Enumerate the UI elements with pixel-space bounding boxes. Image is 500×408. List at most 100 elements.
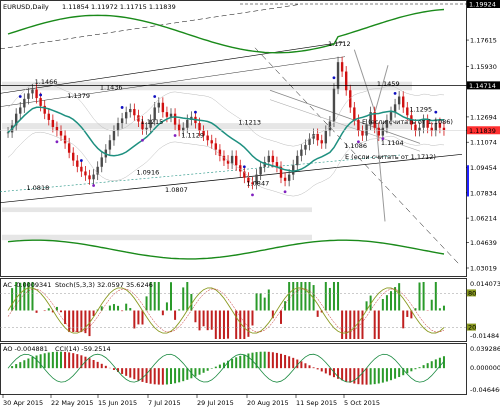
ao-bar: [214, 366, 217, 369]
y-tick-label: 1.12694: [470, 113, 497, 121]
chart-header-symbol: EURUSD,Daily: [3, 3, 49, 11]
ac-bar: [178, 309, 181, 311]
price-label: 1.1712: [328, 40, 351, 48]
ao-bar: [23, 360, 26, 369]
y-tick-label: 1.09454: [470, 164, 497, 172]
ac-bar: [243, 310, 246, 339]
candle-body: [353, 107, 356, 120]
ao-bar: [353, 368, 356, 384]
ao-bar: [263, 351, 266, 369]
candle-body: [271, 155, 275, 163]
ac-bar: [345, 310, 348, 339]
ac-bar: [202, 310, 205, 327]
candle-body: [72, 152, 75, 161]
fractal-up-marker: [393, 91, 397, 95]
ao-bar: [231, 358, 234, 369]
ac-bar: [141, 310, 144, 325]
candle-body: [165, 112, 169, 117]
ao-bar: [398, 368, 401, 378]
candle-body: [23, 98, 26, 108]
ao-bar: [267, 351, 270, 369]
ac-bar: [341, 310, 344, 339]
x-tick-label: 22 May 2015: [51, 399, 93, 407]
candle-body: [27, 93, 30, 99]
ac-bar: [125, 303, 128, 311]
fractal-up-marker: [18, 95, 22, 98]
fractal-up-marker: [242, 165, 246, 169]
candle-body: [145, 127, 148, 130]
ac-bar: [353, 310, 356, 339]
ao-bar: [47, 352, 50, 369]
zone-band: [2, 123, 412, 130]
fractal-up-marker: [79, 159, 83, 162]
ac-bar: [194, 310, 197, 323]
ao-bar: [170, 368, 172, 384]
ao-bar: [345, 368, 348, 382]
candle-body: [169, 113, 173, 117]
ac-bar: [357, 310, 360, 339]
y-tick-label: 1.15930: [470, 63, 497, 71]
ao-bar: [239, 355, 242, 369]
ac-bar: [80, 310, 83, 332]
ao-bar: [304, 363, 307, 369]
ac-bar: [174, 310, 177, 320]
ao-bar: [280, 353, 282, 369]
ac-bar: [112, 304, 115, 311]
ao-bar: [308, 365, 311, 369]
ac-axis-label: 0.014073: [470, 280, 500, 288]
candle-body: [296, 155, 299, 166]
ao-bar: [373, 368, 376, 385]
ac-bar: [222, 310, 225, 339]
fractal-up-marker: [39, 93, 43, 97]
ac-bar: [133, 310, 136, 329]
ao-bar: [145, 368, 148, 383]
ac-bar: [60, 310, 62, 313]
ao-bar: [206, 368, 209, 371]
ac-bar: [182, 287, 185, 311]
candle-body: [340, 62, 344, 72]
ao-bar: [60, 351, 62, 369]
stoch-label: Stoch(5,3,3) 32.0597 35.6246: [55, 281, 153, 289]
ao-bar: [92, 360, 95, 369]
ao-bar: [312, 367, 315, 369]
candle-body: [316, 133, 319, 141]
trend-line: [269, 89, 421, 144]
ao-bar: [15, 364, 18, 369]
ac-bar: [47, 308, 50, 311]
y-tick-label: 1.03019: [470, 265, 497, 273]
candle-body: [133, 109, 136, 116]
ao-bar: [328, 368, 331, 376]
candle-body: [336, 62, 340, 89]
ao-bar: [243, 354, 246, 369]
x-tick-label: 29 Jul 2015: [197, 399, 234, 407]
envelope-upper-line: [7, 8, 445, 54]
ac-axis-label: 80: [468, 289, 476, 297]
trend-line: [0, 4, 301, 50]
ac-bar: [186, 282, 189, 311]
ac-bar: [165, 302, 168, 311]
ao-bar: [194, 368, 197, 377]
ao-bar: [153, 368, 156, 385]
ao-bar: [174, 368, 177, 384]
ao-axis-label: -0.046466: [470, 386, 500, 394]
ao-bar: [133, 368, 136, 380]
candle-body: [304, 144, 307, 150]
ac-bar: [214, 310, 217, 339]
candle-body: [206, 135, 209, 141]
ac-bar: [76, 310, 79, 332]
chart-window[interactable]: 1.1466 1.1379 1.1436 1.1215 1.1129 1.1213 1.17…: [0, 0, 500, 408]
ao-bar: [112, 368, 115, 370]
candle-body: [100, 157, 103, 167]
ao-bar: [88, 358, 91, 369]
ao-bar: [64, 351, 67, 369]
ac-bar: [235, 310, 238, 339]
ac-bar: [284, 301, 287, 311]
fractal-down-marker: [141, 138, 144, 142]
ac-bar: [361, 310, 364, 339]
candle-body: [76, 160, 79, 167]
ac-bar: [227, 310, 230, 339]
ac-bar: [251, 310, 254, 326]
ac-bar: [438, 308, 441, 311]
volume-marker: [467, 165, 469, 197]
chart-canvas[interactable]: 1.1466 1.1379 1.1436 1.1215 1.1129 1.1213 1.17…: [0, 0, 500, 408]
